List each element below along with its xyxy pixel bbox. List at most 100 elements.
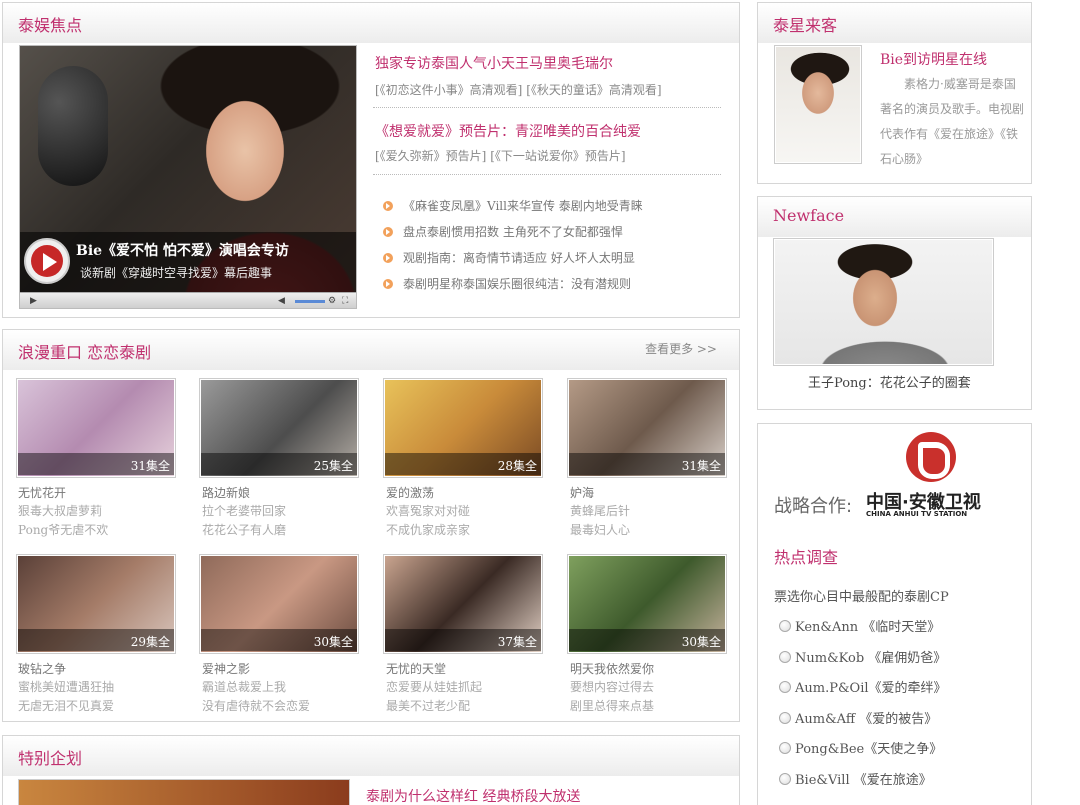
news-item[interactable]: 《麻雀变凤凰》Vill来华宣传 泰剧内地受青睐 — [383, 197, 643, 214]
survey-title: 热点调查 — [774, 548, 839, 567]
drama-desc: 剧里总得来点基 — [570, 699, 655, 713]
focus-headline-2[interactable]: 《想爱就爱》预告片：青涩唯美的百合纯爱 — [375, 121, 641, 141]
drama-desc: 要想内容过得去 — [570, 680, 655, 694]
sub-link[interactable]: [《初恋这件小事》高清观看] — [375, 83, 522, 97]
focus-title: 泰娱焦点 — [18, 16, 83, 35]
episode-count: 30集全 — [313, 635, 353, 649]
option-label: Aum.P&Oil《爱的牵绊》 — [795, 681, 947, 696]
focus-headline-1[interactable]: 独家专访泰国人气小天王马里奥毛瑞尔 — [375, 53, 613, 73]
radio-button[interactable] — [779, 681, 791, 693]
news-item[interactable]: 观剧指南：离奇情节请适应 好人坏人太明显 — [383, 249, 635, 266]
drama-thumbnail[interactable]: 29集全 — [16, 554, 176, 654]
drama-desc: 无虐无泪不见真爱 — [18, 699, 115, 713]
video-title[interactable]: Bie《爱不怕 怕不爱》演唱会专访 — [76, 240, 289, 260]
guest-title: 泰星来客 — [773, 16, 838, 35]
drama-thumbnail[interactable]: 37集全 — [383, 554, 543, 654]
drama-thumbnail[interactable]: 30集全 — [567, 554, 727, 654]
drama-thumbnail[interactable]: 30集全 — [199, 554, 359, 654]
play-triangle-icon — [43, 253, 57, 271]
video-caption-bar: Bie《爱不怕 怕不爱》演唱会专访 谈新剧《穿越时空寻找爱》幕后趣事 — [20, 232, 356, 292]
focus-header — [3, 3, 739, 43]
episode-bar: 28集全 — [385, 453, 541, 475]
drama-title[interactable]: 路边新娘 — [202, 484, 250, 501]
focus-panel: 泰娱焦点 Bie《爱不怕 怕不爱》演唱会专访 谈新剧《穿越时空寻找爱》幕后趣事 … — [2, 2, 740, 318]
episode-count: 37集全 — [497, 635, 537, 649]
guest-image — [776, 47, 860, 162]
bullet-icon — [383, 227, 393, 237]
survey-question: 票选你心目中最般配的泰剧CP — [774, 590, 949, 605]
radio-button[interactable] — [779, 620, 791, 632]
special-headline[interactable]: 泰剧为什么这样红 经典桥段大放送 — [366, 786, 580, 805]
drama-desc: 花花公子有人磨 — [202, 523, 287, 537]
more-link[interactable]: 查看更多 >> — [645, 340, 717, 357]
drama-desc: 不成仇家成亲家 — [386, 523, 471, 537]
drama-title[interactable]: 爱的激荡 — [386, 484, 434, 501]
drama-title[interactable]: 明天我依然爱你 — [570, 660, 654, 677]
survey-option[interactable]: Ken&Ann 《临时天堂》 — [779, 616, 940, 635]
sub-link[interactable]: [《下一站说爱你》预告片] — [490, 149, 625, 163]
news-item[interactable]: 盘点泰剧惯用招数 主角死不了女配都强悍 — [383, 223, 623, 240]
radio-button[interactable] — [779, 712, 791, 724]
drama-desc: 最毒妇人心 — [570, 523, 631, 537]
newface-image — [775, 240, 992, 364]
sub-link[interactable]: [《秋天的童话》高清观看] — [526, 83, 661, 97]
radio-button[interactable] — [779, 773, 791, 785]
radio-button[interactable] — [779, 742, 791, 754]
bullet-icon — [383, 279, 393, 289]
sub-link[interactable]: [《爱久弥新》预告片] — [375, 149, 486, 163]
volume-slider[interactable] — [295, 300, 325, 303]
drama-desc: 恋爱要从娃娃抓起 — [386, 680, 483, 694]
guest-photo[interactable] — [774, 45, 862, 164]
video-player[interactable]: Bie《爱不怕 怕不爱》演唱会专访 谈新剧《穿越时空寻找爱》幕后趣事 ▶ ◀ ⚙… — [19, 45, 357, 309]
drama-thumbnail[interactable]: 31集全 — [16, 378, 176, 478]
survey-option[interactable]: Bie&Vill 《爱在旅途》 — [779, 769, 932, 788]
news-item[interactable]: 泰剧明星称泰国娱乐圈很纯洁：没有潜规则 — [383, 275, 631, 292]
drama-thumbnail[interactable]: 28集全 — [383, 378, 543, 478]
drama-desc: Pong爷无虐不欢 — [18, 523, 109, 537]
drama-thumbnail[interactable]: 31集全 — [567, 378, 727, 478]
episode-bar: 31集全 — [18, 453, 174, 475]
drama-title[interactable]: 无忧的天堂 — [386, 660, 446, 677]
episode-count: 28集全 — [497, 459, 537, 473]
special-image[interactable] — [18, 779, 350, 805]
news-text: 盘点泰剧惯用招数 主角死不了女配都强悍 — [403, 225, 623, 239]
settings-icon[interactable]: ⚙ — [328, 295, 336, 307]
drama-thumbnail[interactable]: 25集全 — [199, 378, 359, 478]
episode-count: 31集全 — [130, 459, 170, 473]
drama-desc: 狠毒大叔虐萝莉 — [18, 504, 103, 518]
romance-title: 浪漫重口 恋恋泰剧 — [18, 343, 152, 362]
drama-title[interactable]: 无忧花开 — [18, 484, 66, 501]
newface-title: Newface — [773, 206, 845, 225]
survey-option[interactable]: Aum&Aff 《爱的被告》 — [779, 708, 937, 727]
drama-desc: 霸道总裁爱上我 — [202, 680, 287, 694]
video-subtitle[interactable]: 谈新剧《穿越时空寻找爱》幕后趣事 — [80, 264, 272, 281]
survey-option[interactable]: Aum.P&Oil《爱的牵绊》 — [779, 677, 947, 696]
option-label: Num&Kob 《雇佣奶爸》 — [795, 651, 947, 666]
bullet-icon — [383, 201, 393, 211]
fullscreen-icon[interactable]: ⛶ — [342, 295, 348, 307]
guest-name[interactable]: Bie到访明星在线 — [880, 49, 987, 69]
romance-panel: 浪漫重口 恋恋泰剧 查看更多 >> 31集全 无忧花开 狠毒大叔虐萝莉 Pong… — [2, 329, 740, 722]
survey-option[interactable]: Num&Kob 《雇佣奶爸》 — [779, 647, 946, 666]
drama-desc: 最美不过老少配 — [386, 699, 471, 713]
drama-title[interactable]: 妒海 — [570, 484, 594, 501]
survey-option[interactable]: Pong&Bee《天使之争》 — [779, 738, 942, 757]
episode-bar: 31集全 — [569, 453, 725, 475]
episode-count: 30集全 — [681, 635, 721, 649]
drama-title[interactable]: 玻钻之争 — [18, 660, 66, 677]
episode-count: 29集全 — [130, 635, 170, 649]
play-small-icon[interactable]: ▶ — [30, 295, 37, 307]
play-button[interactable] — [24, 238, 70, 284]
drama-title[interactable]: 爱神之影 — [202, 660, 250, 677]
newface-caption[interactable]: 王子Pong：花花公子的圈套 — [808, 372, 971, 391]
radio-button[interactable] — [779, 651, 791, 663]
drama-desc: 没有虐待就不会恋爱 — [202, 699, 311, 713]
microphone-image — [38, 66, 108, 186]
option-label: Pong&Bee《天使之争》 — [795, 742, 943, 757]
special-header — [3, 736, 739, 776]
volume-icon[interactable]: ◀ — [278, 295, 285, 307]
newface-photo[interactable] — [773, 238, 994, 366]
option-label: Aum&Aff 《爱的被告》 — [795, 712, 938, 727]
option-label: Ken&Ann 《临时天堂》 — [795, 620, 941, 635]
focus-subline-2: [《爱久弥新》预告片] [《下一站说爱你》预告片] — [375, 147, 626, 164]
